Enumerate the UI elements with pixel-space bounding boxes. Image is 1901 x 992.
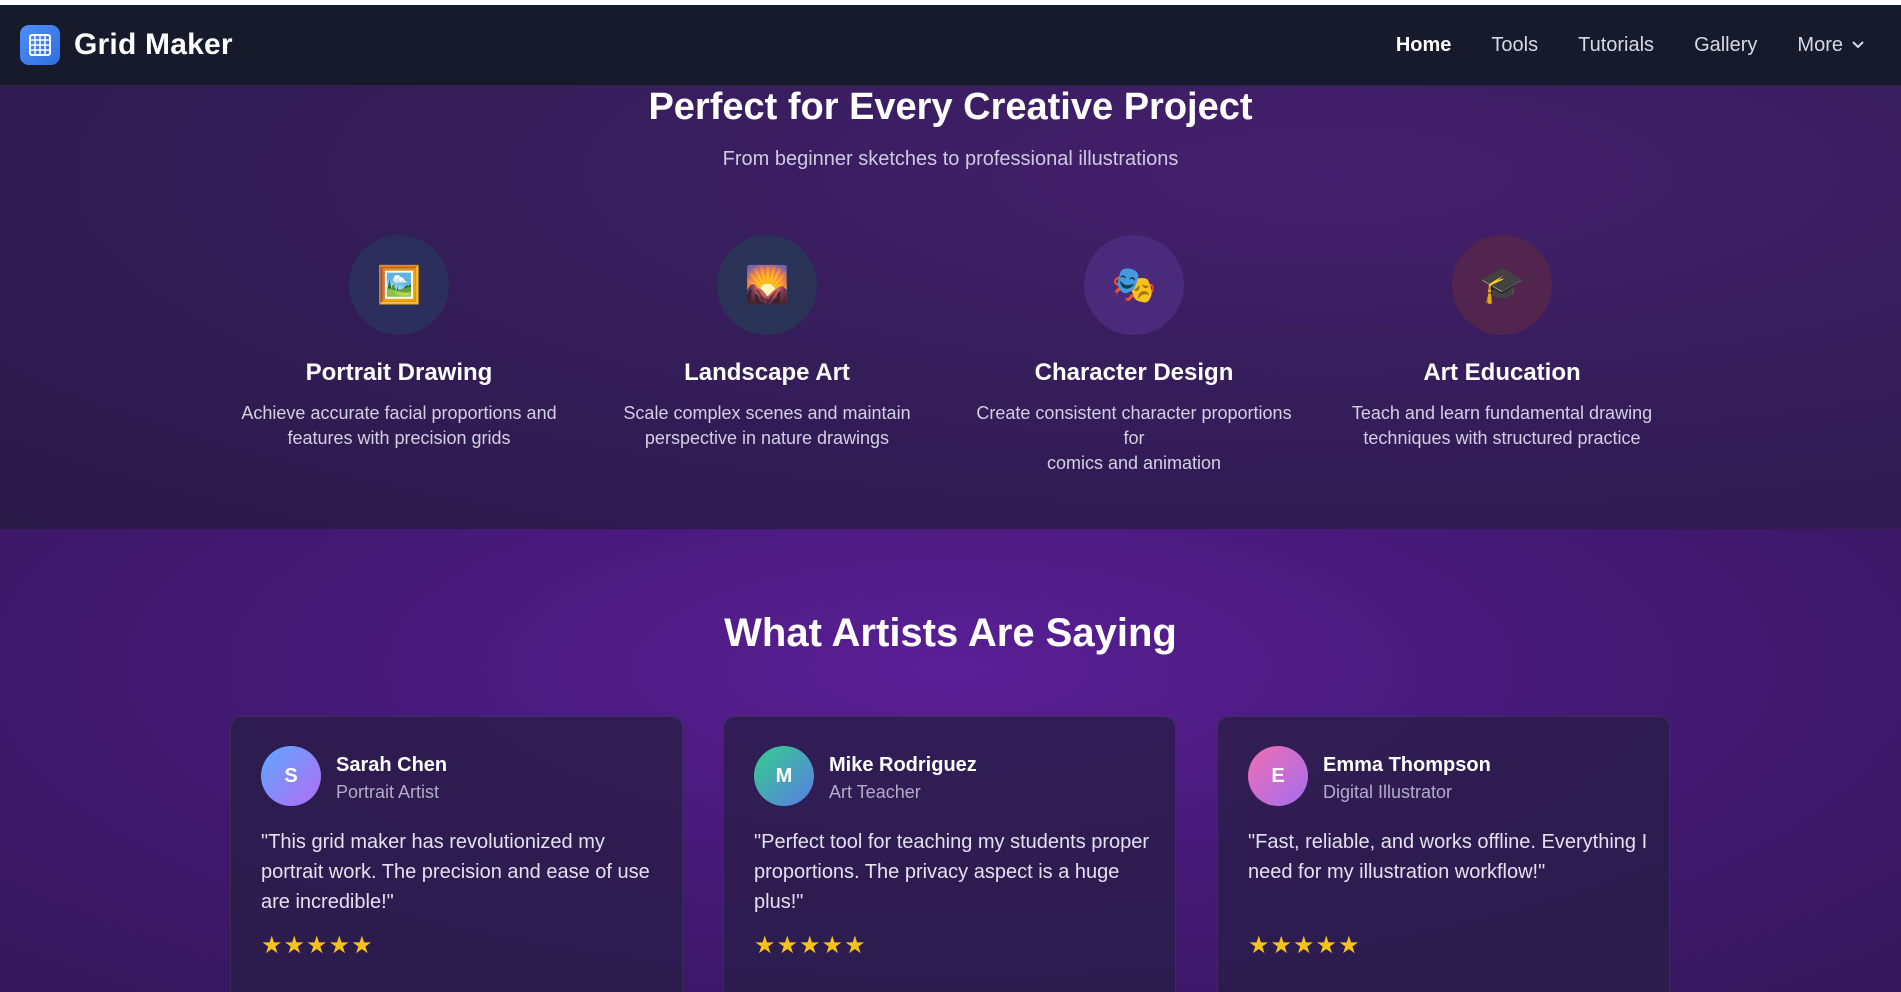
feature-description-line: comics and animation [1046, 453, 1222, 473]
brand-name: Grid Maker [74, 28, 233, 61]
avatar: E [1248, 746, 1308, 806]
feature-description: Teach and learn fundamental drawing tech… [1332, 401, 1672, 451]
feature-description: Achieve accurate facial proportions and … [229, 401, 569, 451]
testimonials-title: What Artists Are Saying [724, 611, 1177, 655]
feature-landscape-art: 🌄 Landscape Art Scale complex scenes and… [597, 235, 937, 451]
nav-link-home[interactable]: Home [1396, 34, 1452, 57]
graduation-cap-icon: 🎓 [1452, 235, 1552, 335]
use-cases-subtitle: From beginner sketches to professional i… [722, 148, 1179, 170]
testimonial-card: E Emma Thompson Digital Illustrator "Fas… [1217, 716, 1670, 992]
testimonial-quote: "Perfect tool for teaching my students p… [754, 831, 1150, 913]
feature-description-line: Scale complex scenes and maintain [623, 403, 911, 423]
landscape-icon: 🌄 [717, 235, 817, 335]
feature-title: Landscape Art [684, 359, 850, 386]
feature-art-education: 🎓 Art Education Teach and learn fundamen… [1332, 235, 1672, 451]
feature-description-line: Create consistent character proportions … [976, 403, 1292, 448]
feature-title: Character Design [1034, 359, 1234, 386]
testimonial-name: Mike Rodriguez [829, 754, 977, 776]
main-nav: Home Tools Tutorials Gallery More [1356, 34, 1865, 57]
use-cases-title: Perfect for Every Creative Project [648, 86, 1253, 128]
feature-description-line: Teach and learn fundamental drawing [1351, 403, 1653, 423]
grid-icon [20, 25, 60, 65]
testimonial-role: Art Teacher [829, 782, 921, 802]
testimonial-quote: "This grid maker has revolutionized my p… [261, 831, 650, 913]
feature-description: Create consistent character proportions … [964, 401, 1304, 476]
feature-description: Scale complex scenes and maintain perspe… [597, 401, 937, 451]
testimonial-card: S Sarah Chen Portrait Artist "This grid … [230, 716, 683, 992]
feature-character-design: 🎭 Character Design Create consistent cha… [964, 235, 1304, 476]
nav-link-tools[interactable]: Tools [1491, 34, 1538, 57]
feature-description-line: perspective in nature drawings [644, 428, 890, 448]
chevron-down-icon [1852, 41, 1864, 49]
star-rating: ★★★★★ [1248, 932, 1361, 959]
nav-link-tutorials[interactable]: Tutorials [1578, 34, 1654, 57]
nav-link-gallery[interactable]: Gallery [1694, 34, 1757, 57]
navbar: Grid Maker Home Tools Tutorials Gallery … [0, 5, 1901, 86]
nav-more-dropdown[interactable]: More [1797, 34, 1865, 57]
avatar: S [261, 746, 321, 806]
testimonials-section: What Artists Are Saying S Sarah Chen Por… [0, 529, 1901, 992]
feature-title: Art Education [1423, 359, 1581, 386]
testimonial-card: M Mike Rodriguez Art Teacher "Perfect to… [723, 716, 1176, 992]
feature-description-line: features with precision grids [287, 428, 511, 448]
feature-description-line: Achieve accurate facial proportions and [241, 403, 557, 423]
testimonial-name: Sarah Chen [336, 754, 448, 776]
feature-title: Portrait Drawing [305, 359, 493, 386]
feature-description-line: techniques with structured practice [1363, 428, 1641, 448]
testimonial-name: Emma Thompson [1323, 754, 1491, 776]
star-rating: ★★★★★ [261, 932, 374, 959]
testimonial-quote: "Fast, reliable, and works offline. Ever… [1248, 831, 1648, 883]
feature-portrait-drawing: 🖼️ Portrait Drawing Achieve accurate fac… [229, 235, 569, 451]
use-cases-section: Perfect for Every Creative Project From … [0, 86, 1901, 529]
avatar: M [754, 746, 814, 806]
star-rating: ★★★★★ [754, 932, 867, 959]
theater-masks-icon: 🎭 [1084, 235, 1184, 335]
nav-more-label: More [1797, 33, 1843, 56]
brand[interactable]: Grid Maker [20, 25, 233, 65]
framed-picture-icon: 🖼️ [349, 235, 449, 335]
testimonial-role: Digital Illustrator [1323, 782, 1453, 802]
testimonial-role: Portrait Artist [336, 782, 440, 802]
